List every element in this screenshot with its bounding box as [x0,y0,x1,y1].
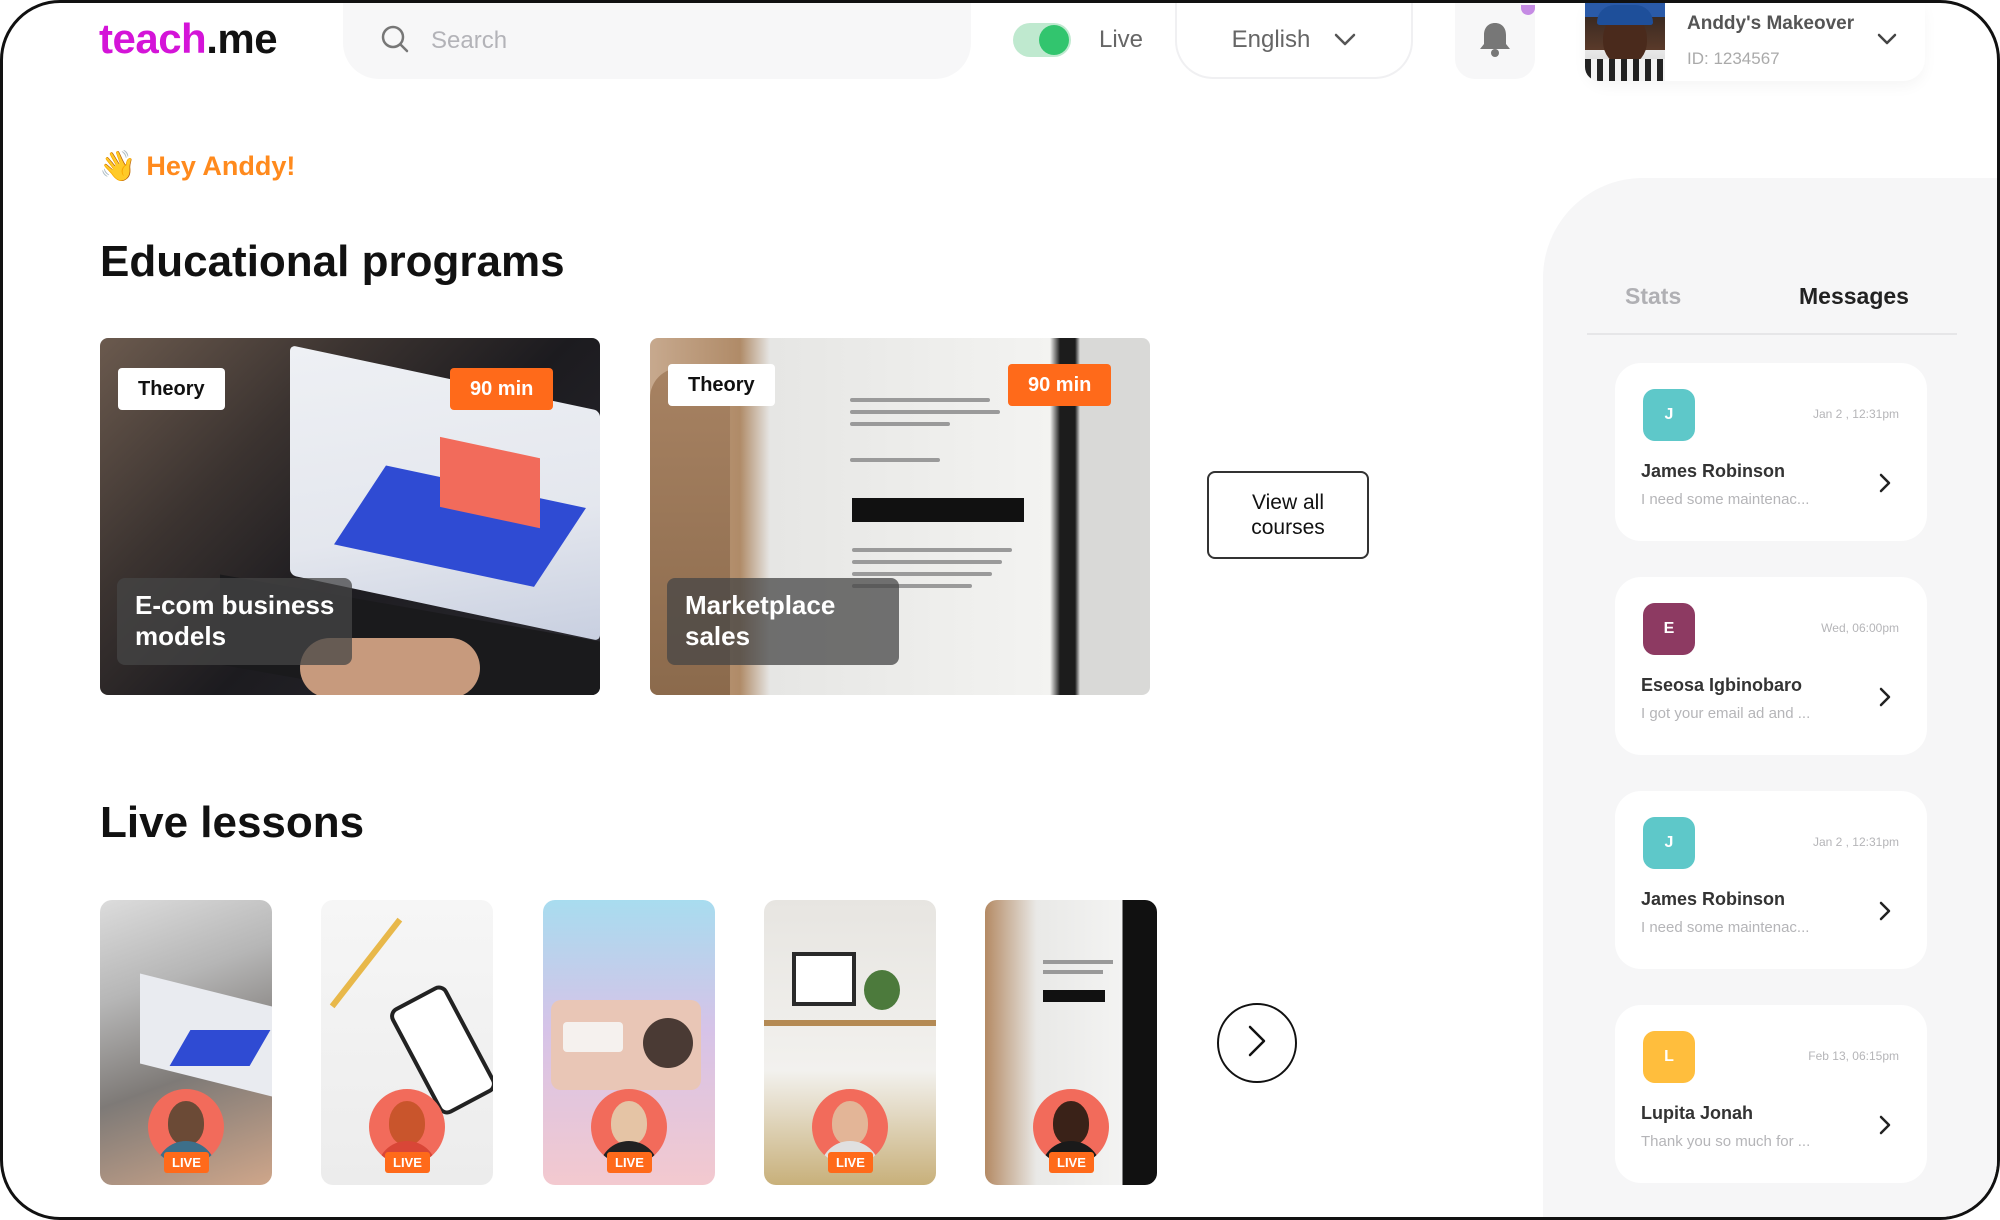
radio-tape [563,1022,623,1052]
live-badge: LIVE [164,1152,209,1173]
message-preview: I need some maintenac... [1641,491,1810,508]
course-duration-badge: 90 min [1008,364,1112,406]
message-time: Wed, 06:00pm [1821,621,1899,635]
message-time: Feb 13, 06:15pm [1808,1049,1899,1063]
message-sender: James Robinson [1641,889,1786,909]
message-avatar: L [1643,1031,1695,1083]
live-lesson-card[interactable]: LIVE [985,900,1157,1185]
course-duration-badge: 90 min [450,368,554,410]
radio-speaker [643,1018,693,1068]
message-sender: Lupita Jonah [1641,1103,1753,1123]
bell-icon [1478,20,1512,63]
avatar [1585,3,1665,81]
logo-part-me: me [217,15,278,62]
message-item[interactable]: E Wed, 06:00pm Eseosa Igbinobaro I got y… [1615,577,1927,755]
message-avatar: E [1643,603,1695,655]
logo[interactable]: teach.me [99,15,278,63]
greeting: 👋 Hey Anddy! [99,149,295,184]
live-lessons-heading: Live lessons [100,798,365,847]
wall-frame-image [792,952,856,1006]
view-all-courses-button[interactable]: View all courses [1207,471,1369,559]
message-sender: Eseosa Igbinobaro [1641,675,1803,695]
course-title-line: Marketplace [685,589,836,620]
message-sender: James Robinson [1641,461,1786,481]
live-badge: LIVE [828,1152,873,1173]
plant-image [864,970,900,1010]
chevron-down-icon [1310,26,1356,54]
course-card[interactable]: Theory 90 min E-com business models [100,338,600,695]
language-selected: English [1231,26,1311,53]
course-title-line: models [135,621,227,652]
search-bar[interactable] [343,3,971,79]
message-item[interactable]: L Feb 13, 06:15pm Lupita Jonah Thank you… [1615,1005,1927,1183]
tab-messages[interactable]: Messages [1799,283,1909,310]
course-card[interactable]: Theory 90 min Marketplace sales [650,338,1150,695]
notification-dot [1521,5,1535,15]
course-title: Marketplace sales [667,577,900,665]
view-all-label: courses [1251,516,1325,539]
profile-name: Anddy's Makeover [1687,13,1855,34]
live-lesson-card[interactable]: LIVE [543,900,715,1185]
message-avatar: J [1643,817,1695,869]
live-toggle-label: Live [1099,26,1144,53]
message-item[interactable]: J Jan 2 , 12:31pm James Robinson I need … [1615,363,1927,541]
message-avatar: J [1643,389,1695,441]
toggle-knob [1039,25,1069,55]
language-dropdown[interactable]: English [1175,3,1413,79]
message-preview: I got your email ad and ... [1641,705,1811,722]
message-item[interactable]: J Jan 2 , 12:31pm James Robinson I need … [1615,791,1927,969]
shelf-image [764,1020,936,1026]
live-toggle[interactable]: Live [1013,23,1143,57]
live-lesson-card[interactable]: LIVE [321,900,493,1185]
course-title: E-com business models [117,577,353,665]
live-badge: LIVE [1049,1152,1094,1173]
live-toggle-switch[interactable] [1013,23,1071,57]
notifications-button[interactable] [1455,3,1535,79]
logo-part-teach: teach [99,15,207,62]
view-all-label: View all [1252,490,1324,514]
course-title-line: E-com business [135,589,335,620]
page-button-image [1043,990,1105,1002]
course-title-line: sales [685,621,751,652]
message-time: Jan 2 , 12:31pm [1812,407,1899,421]
page-text-image [1043,970,1103,974]
live-lesson-card[interactable]: LIVE [764,900,936,1185]
educational-programs-heading: Educational programs [100,237,565,286]
profile-menu[interactable]: Anddy's Makeover ID: 1234567 [1585,3,1925,81]
course-type-badge: Theory [668,364,775,406]
live-lesson-card[interactable]: LIVE [100,900,272,1185]
tab-stats[interactable]: Stats [1625,283,1681,310]
greeting-text: Hey Anddy! [146,151,296,181]
panel-tabs: Stats Messages [1587,283,1957,335]
course-type-badge: Theory [118,368,225,410]
next-lessons-button[interactable] [1217,1003,1297,1083]
app-frame: teach.me Live English Anddy's Makeover I… [0,0,2000,1220]
logo-dot: . [206,15,218,62]
page-text-image [1043,960,1113,964]
live-badge: LIVE [385,1152,430,1173]
search-input[interactable] [431,27,931,55]
pencil-image [329,917,403,1009]
message-preview: Thank you so much for ... [1641,1133,1811,1150]
message-time: Jan 2 , 12:31pm [1812,835,1899,849]
search-icon [379,23,411,60]
message-preview: I need some maintenac... [1641,919,1810,936]
live-badge: LIVE [607,1152,652,1173]
chevron-right-icon [1247,1024,1267,1063]
profile-id: ID: 1234567 [1687,49,1780,68]
waving-hand-icon: 👋 [99,150,137,183]
